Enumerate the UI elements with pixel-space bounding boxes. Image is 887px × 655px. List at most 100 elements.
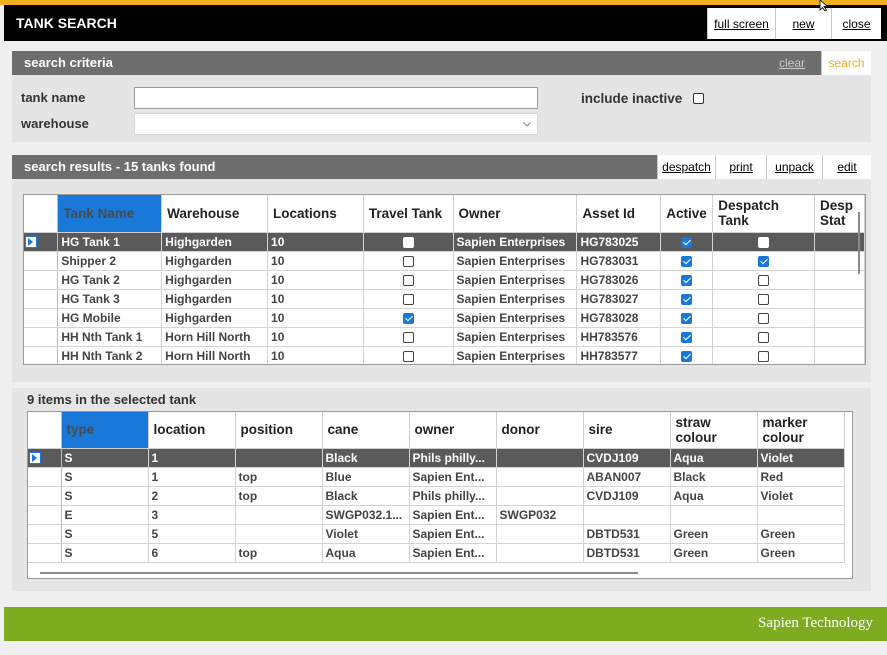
- travel-tank-checkbox[interactable]: [402, 331, 414, 343]
- new-button[interactable]: new: [775, 8, 831, 39]
- cell-cane: Black: [322, 448, 410, 468]
- column-header-marker-colour[interactable]: marker colour: [757, 412, 845, 449]
- cell-straw: [670, 505, 758, 525]
- column-header-sire[interactable]: sire: [583, 412, 671, 449]
- table-row[interactable]: S 2 top Black Phils philly... CVDJ109 Aqua Viol…: [28, 486, 845, 506]
- travel-tank-checkbox[interactable]: [402, 274, 414, 286]
- warehouse-select[interactable]: [134, 113, 538, 135]
- despatch-button[interactable]: despatch: [657, 155, 715, 179]
- column-header-location[interactable]: location: [148, 412, 236, 449]
- column-header-donor[interactable]: donor: [496, 412, 584, 449]
- full-screen-button[interactable]: full screen: [707, 8, 775, 39]
- search-button[interactable]: search: [821, 51, 871, 75]
- row-selector[interactable]: [28, 543, 62, 563]
- column-header-active[interactable]: Active: [660, 195, 714, 233]
- row-selector[interactable]: [24, 327, 59, 347]
- active-checkbox[interactable]: [681, 255, 693, 267]
- cell-owner: Sapien Ent...: [409, 543, 497, 563]
- column-header-owner[interactable]: owner: [409, 412, 497, 449]
- column-header-locations[interactable]: Locations: [267, 195, 364, 233]
- row-selector[interactable]: [28, 505, 62, 525]
- active-checkbox[interactable]: [681, 331, 693, 343]
- clear-button[interactable]: clear: [763, 51, 821, 75]
- table-row[interactable]: Shipper 2 Highgarden 10 Sapien Enterprises H…: [24, 251, 865, 271]
- column-header-position[interactable]: position: [235, 412, 323, 449]
- table-row[interactable]: E 3 SWGP032.1... Sapien Ent... SWGP032: [28, 505, 845, 525]
- unpack-button[interactable]: unpack: [766, 155, 822, 179]
- close-button[interactable]: close: [831, 8, 881, 39]
- row-selector[interactable]: [24, 289, 59, 309]
- cell-sire: [583, 505, 671, 525]
- table-row[interactable]: HG Mobile Highgarden 10 Sapien Enterprises H…: [24, 308, 865, 328]
- footer-bar: Sapien Technology: [4, 607, 887, 641]
- cell-despatch-tank: [712, 327, 815, 347]
- active-checkbox[interactable]: [681, 350, 693, 362]
- row-selector[interactable]: [24, 346, 59, 364]
- column-header-cane[interactable]: cane: [322, 412, 410, 449]
- travel-tank-checkbox[interactable]: [402, 255, 414, 267]
- despatch-tank-checkbox[interactable]: [758, 331, 770, 343]
- cell-asset-id: HG783028: [576, 308, 662, 328]
- column-header-despatch-status[interactable]: Desp Stat: [814, 195, 865, 233]
- cell-cane: Black: [322, 486, 410, 506]
- despatch-tank-checkbox[interactable]: [758, 293, 770, 305]
- edit-button[interactable]: edit: [822, 155, 871, 179]
- table-row[interactable]: HG Tank 2 Highgarden 10 Sapien Enterprises H…: [24, 270, 865, 290]
- cell-position: top: [235, 543, 323, 563]
- travel-tank-checkbox[interactable]: [402, 236, 414, 248]
- tank-results-body: HG Tank 1 Highgarden 10 Sapien Enterprises H…: [24, 232, 865, 364]
- cell-type: E: [61, 505, 149, 525]
- table-row[interactable]: S 5 Violet Sapien Ent... DBTD531 Green Green: [28, 524, 845, 544]
- active-checkbox[interactable]: [681, 274, 693, 286]
- cell-donor: [496, 467, 584, 487]
- column-header-asset-id[interactable]: Asset Id: [576, 195, 662, 233]
- travel-tank-checkbox[interactable]: [402, 293, 414, 305]
- table-row[interactable]: HH Nth Tank 1 Horn Hill North 10 Sapien Ent…: [24, 327, 865, 347]
- cell-location: 1: [148, 467, 236, 487]
- column-header-warehouse[interactable]: Warehouse: [161, 195, 269, 233]
- row-selector[interactable]: [28, 467, 62, 487]
- cell-location: 5: [148, 524, 236, 544]
- print-button[interactable]: print: [715, 155, 766, 179]
- table-row[interactable]: HG Tank 1 Highgarden 10 Sapien Enterprises H…: [24, 232, 865, 252]
- active-checkbox[interactable]: [681, 236, 693, 248]
- despatch-tank-checkbox[interactable]: [758, 255, 770, 267]
- table-row[interactable]: S 1 Black Phils philly... CVDJ109 Aqua Violet: [28, 448, 845, 468]
- cell-cane: Aqua: [322, 543, 410, 563]
- despatch-tank-checkbox[interactable]: [758, 274, 770, 286]
- column-header-type[interactable]: type: [61, 412, 149, 449]
- cell-location: 3: [148, 505, 236, 525]
- active-checkbox[interactable]: [681, 293, 693, 305]
- active-checkbox[interactable]: [681, 312, 693, 324]
- row-selector[interactable]: [28, 486, 62, 506]
- travel-tank-checkbox[interactable]: [402, 312, 414, 324]
- include-inactive-checkbox[interactable]: [693, 93, 704, 104]
- tank-items-grid: type location position cane owner donor sire st…: [27, 411, 853, 579]
- row-selector[interactable]: [24, 232, 59, 252]
- row-selector[interactable]: [24, 308, 59, 328]
- table-row[interactable]: HG Tank 3 Highgarden 10 Sapien Enterprises H…: [24, 289, 865, 309]
- despatch-tank-checkbox[interactable]: [758, 312, 770, 324]
- travel-tank-checkbox[interactable]: [402, 350, 414, 362]
- column-header-owner[interactable]: Owner: [453, 195, 578, 233]
- column-header-tank-name[interactable]: Tank Name: [57, 195, 163, 233]
- table-row[interactable]: HH Nth Tank 2 Horn Hill North 10 Sapien Ent…: [24, 346, 865, 364]
- column-header-straw-colour[interactable]: straw colour: [670, 412, 758, 449]
- row-selector-header: [28, 412, 62, 449]
- despatch-tank-checkbox[interactable]: [758, 236, 770, 248]
- table-row[interactable]: S 6 top Aqua Sapien Ent... DBTD531 Green Green: [28, 543, 845, 563]
- cell-active: [660, 270, 714, 290]
- column-header-travel-tank[interactable]: Travel Tank: [363, 195, 454, 233]
- row-selector[interactable]: [24, 251, 59, 271]
- cell-travel-tank: [363, 346, 454, 364]
- row-selector[interactable]: [28, 448, 62, 468]
- tank-name-input[interactable]: [134, 87, 538, 109]
- items-grid-horizontal-scrollbar[interactable]: [40, 572, 638, 574]
- column-header-despatch-tank[interactable]: Despatch Tank: [712, 195, 815, 233]
- row-selector[interactable]: [28, 524, 62, 544]
- table-row[interactable]: S 1 top Blue Sapien Ent... ABAN007 Black Red: [28, 467, 845, 487]
- cell-active: [660, 308, 714, 328]
- despatch-tank-checkbox[interactable]: [758, 350, 770, 362]
- tank-grid-vertical-scrollbar[interactable]: [858, 212, 860, 274]
- row-selector[interactable]: [24, 270, 59, 290]
